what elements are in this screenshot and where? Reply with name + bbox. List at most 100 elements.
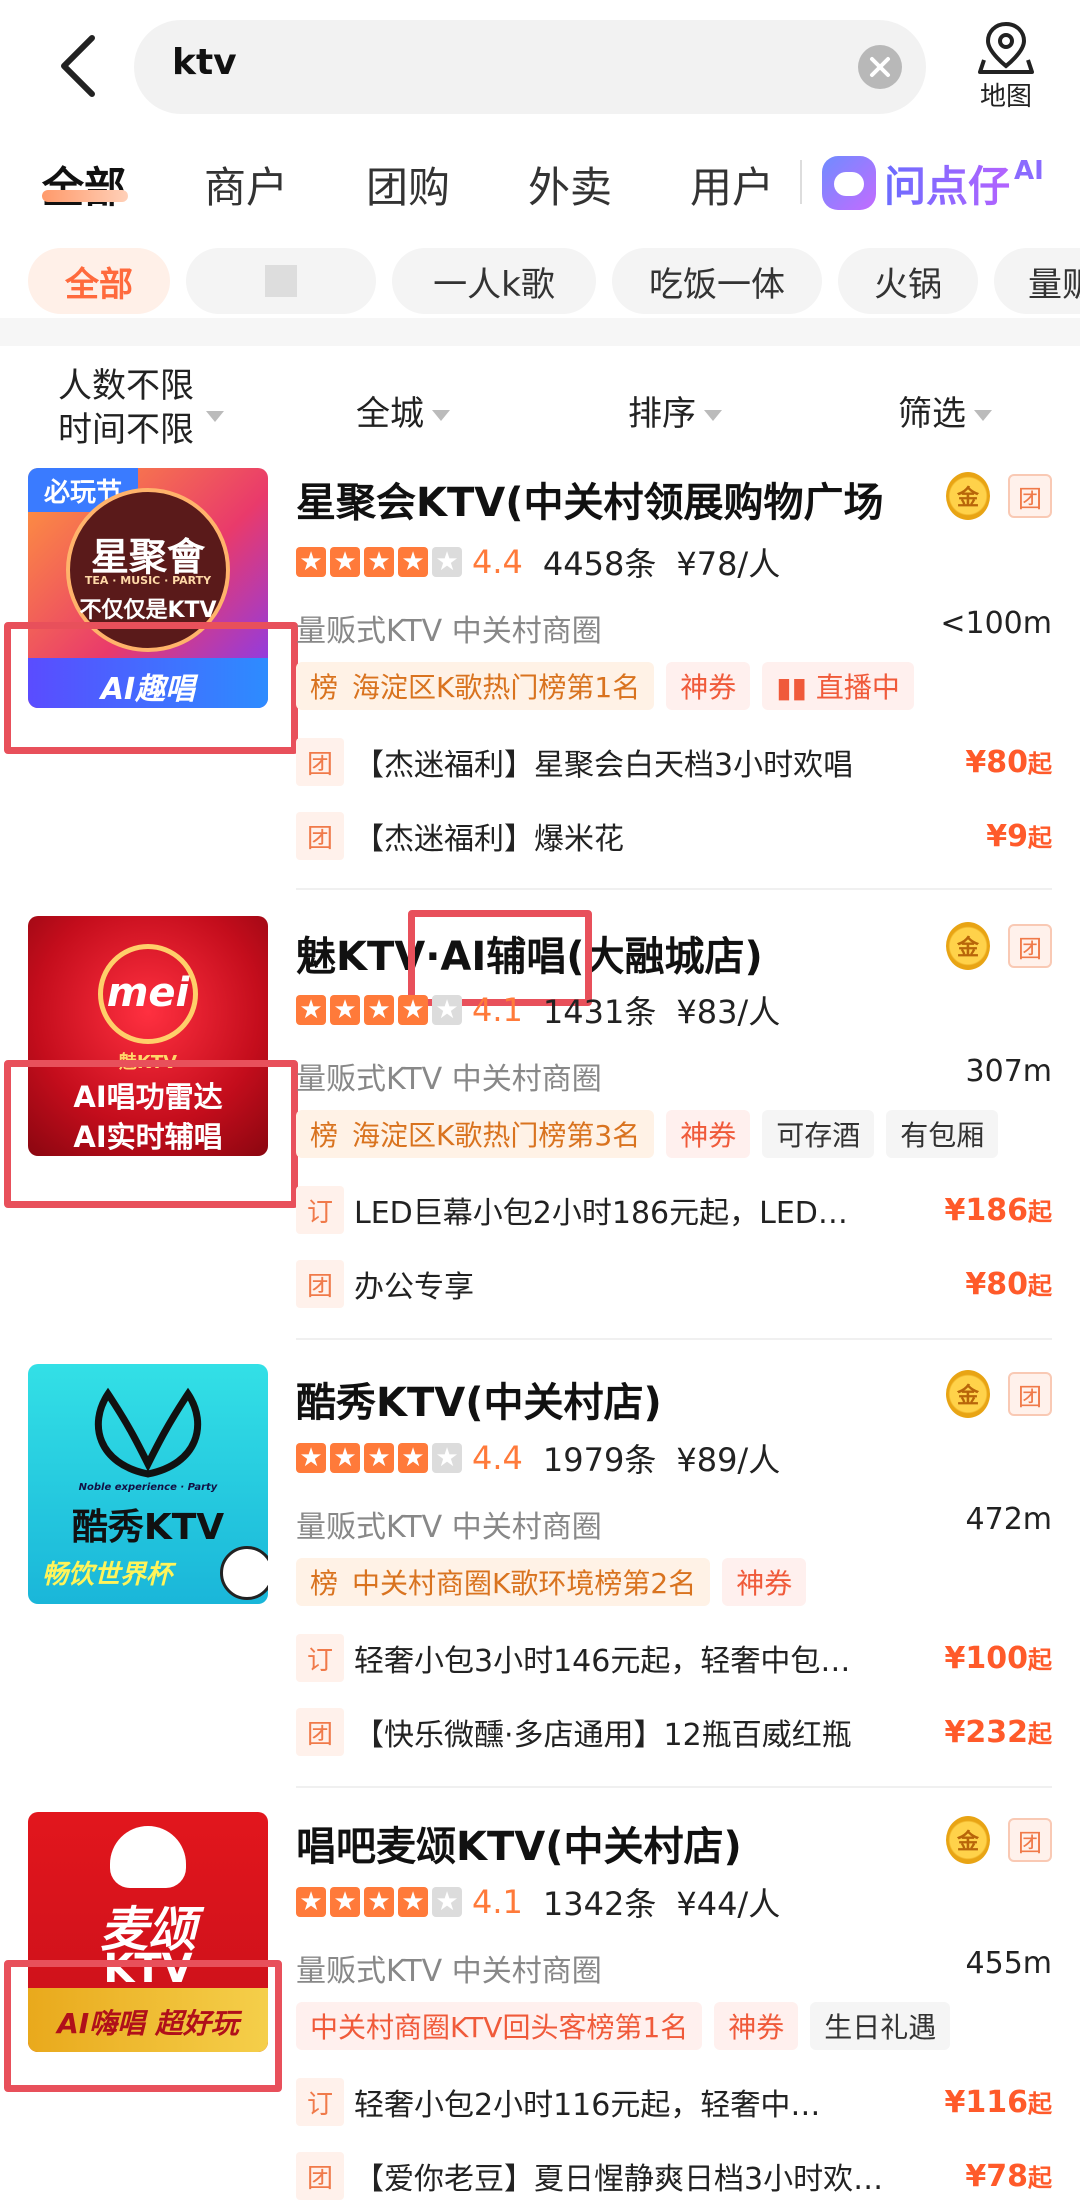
tag-row: 榜海淀区K歌热门榜第1名 神券 ▮▮ 直播中	[296, 662, 926, 710]
category-row: 量贩式KTV 中关村商圈 472m	[296, 1502, 1052, 1546]
category-text: 量贩式KTV 中关村商圈	[296, 614, 602, 649]
deal-price-suffix: 起	[1028, 1646, 1052, 1674]
star-icon	[432, 1885, 462, 1919]
back-button[interactable]	[52, 30, 112, 102]
ranking-tag[interactable]: 榜中关村商圈K歌环境榜第2名	[296, 1558, 711, 1606]
chip-all[interactable]: 全部	[28, 248, 170, 314]
feature-tag[interactable]: 有包厢	[886, 1110, 999, 1158]
chip-hotpot[interactable]: 火锅	[838, 248, 978, 314]
brand-tagline: TEA · MUSIC · PARTY	[84, 574, 212, 587]
headphone-mascot-icon	[110, 1826, 186, 1888]
deal-row[interactable]: 团 【爱你老豆】夏日惺静爽日档3小时欢… ¥78起	[296, 2152, 1052, 2200]
tab-group-buy[interactable]: 团购	[366, 154, 450, 215]
ranking-tag[interactable]: 榜海淀区K歌热门榜第3名	[296, 1110, 655, 1158]
ai-assistant-icon	[822, 156, 876, 210]
star-icon	[398, 1885, 428, 1919]
ranking-badge: 榜	[310, 1567, 339, 1600]
tab-takeout[interactable]: 外卖	[528, 154, 612, 215]
star-icon	[398, 1441, 428, 1475]
deal-row[interactable]: 订 轻奢小包2小时116元起，轻奢中… ¥116起	[296, 2078, 1052, 2126]
sort-filter[interactable]: 排序	[628, 386, 722, 435]
ranking-text: 中关村商圈K歌环境榜第2名	[352, 1567, 697, 1600]
shop-card[interactable]: Noble experience · Party 酷秀KTV 畅饮世界杯 酷秀K…	[0, 1358, 1080, 1790]
ranking-tag[interactable]: 榜海淀区K歌热门榜第1名	[296, 662, 655, 710]
feature-tag[interactable]: 生日礼遇	[810, 2002, 951, 2050]
group-buy-badge: 团	[1008, 1818, 1052, 1862]
back-arrow-icon	[61, 35, 95, 97]
category-row: 量贩式KTV 中关村商圈 <100m	[296, 606, 1052, 650]
area-filter[interactable]: 全城	[356, 386, 450, 435]
star-icon	[330, 1885, 360, 1919]
more-filter-label: 筛选	[898, 394, 966, 434]
ranking-text: 海淀区K歌热门榜第3名	[352, 1119, 641, 1152]
deal-price: ¥100起	[945, 1640, 1053, 1676]
deal-type-badge: 团	[296, 2152, 344, 2200]
deal-type-badge: 团	[296, 812, 344, 860]
chip-dining-combo[interactable]: 吃饭一体	[612, 248, 822, 314]
avg-price: ¥89/人	[676, 1441, 781, 1479]
highlight-box	[4, 622, 298, 754]
deal-row[interactable]: 订 轻奢小包3小时146元起，轻奢中包… ¥100起	[296, 1634, 1052, 1682]
tab-users[interactable]: 用户	[690, 154, 774, 215]
deal-row[interactable]: 团 【杰迷福利】爆米花 ¥9起	[296, 812, 1052, 860]
clear-search-button[interactable]	[858, 45, 902, 89]
gold-medal-icon: 金	[946, 922, 990, 970]
deal-row[interactable]: 团 【快乐微醺·多店通用】12瓶百威红瓶 ¥232起	[296, 1708, 1052, 1756]
category-text: 量贩式KTV 中关村商圈	[296, 1510, 602, 1545]
map-button[interactable]: 地图	[966, 20, 1046, 112]
shop-thumbnail: Noble experience · Party 酷秀KTV 畅饮世界杯	[28, 1364, 268, 1604]
category-row: 量贩式KTV 中关村商圈 307m	[296, 1054, 1052, 1098]
star-icon	[330, 545, 360, 579]
deal-price: ¥186起	[945, 1192, 1053, 1228]
coupon-tag[interactable]: 神券	[666, 662, 751, 710]
soccer-ball-icon	[220, 1546, 268, 1600]
distance: 472m	[965, 1502, 1052, 1537]
star-icon	[398, 993, 428, 1027]
shop-name[interactable]: 酷秀KTV(中关村店)	[296, 1370, 662, 1428]
tab-ai-assistant[interactable]: 问点仔 AI	[822, 150, 1044, 216]
feature-tag[interactable]: 可存酒	[762, 1110, 875, 1158]
deal-title: 【杰迷福利】爆米花	[354, 822, 624, 857]
star-icon	[296, 1885, 326, 1919]
tab-all[interactable]: 全部	[42, 154, 126, 215]
deal-row[interactable]: 订 LED巨幕小包2小时186元起，LED… ¥186起	[296, 1186, 1052, 1234]
section-separator	[0, 318, 1080, 346]
shop-card[interactable]: mei 魅KTV AI唱功雷达 AI实时辅唱 魅KTV·AI辅唱(大融城店) 金…	[0, 910, 1080, 1342]
gold-medal-icon: 金	[946, 472, 990, 520]
ranking-tag[interactable]: 中关村商圈KTV回头客榜第1名	[296, 2002, 703, 2050]
star-icon	[398, 545, 428, 579]
card-divider	[296, 1786, 1052, 1788]
deal-row[interactable]: 团 办公专享 ¥80起	[296, 1260, 1052, 1308]
more-filter[interactable]: 筛选	[898, 386, 992, 435]
tag-row: 榜海淀区K歌热门榜第3名 神券 可存酒 有包厢	[296, 1110, 1010, 1158]
chip-placeholder[interactable]	[186, 248, 376, 314]
deal-price-suffix: 起	[1028, 1272, 1052, 1300]
deal-price-suffix: 起	[1028, 1198, 1052, 1226]
shop-name[interactable]: 星聚会KTV(中关村领展购物广场	[296, 470, 884, 528]
deal-price: ¥232起	[945, 1714, 1053, 1750]
distance: 307m	[965, 1054, 1052, 1089]
party-time-filter[interactable]: 人数不限 时间不限	[58, 364, 224, 452]
shop-card[interactable]: 麦颂 KTV AI嗨唱 超好玩 唱吧麦颂KTV(中关村店) 金 团 4.1 13…	[0, 1806, 1080, 2200]
chip-volume[interactable]: 量贩	[994, 248, 1080, 314]
star-icon	[364, 1885, 394, 1919]
coupon-tag[interactable]: 神券	[722, 1558, 807, 1606]
live-tag[interactable]: ▮▮ 直播中	[762, 662, 914, 710]
shop-card[interactable]: 必玩节 星聚會 TEA · MUSIC · PARTY 不仅仅是KTV AI趣唱…	[0, 462, 1080, 894]
highlight-box	[4, 1060, 298, 1208]
shop-name[interactable]: 唱吧麦颂KTV(中关村店)	[296, 1814, 742, 1872]
star-icon	[364, 545, 394, 579]
deal-row[interactable]: 团 【杰迷福利】星聚会白天档3小时欢唱 ¥80起	[296, 738, 1052, 786]
star-icon	[432, 993, 462, 1027]
coupon-tag[interactable]: 神券	[714, 2002, 799, 2050]
rating-score: 4.4	[472, 543, 523, 581]
search-input[interactable]: ktv	[134, 20, 926, 114]
deal-price: ¥80起	[965, 1266, 1052, 1302]
brand-name: 星聚會	[90, 535, 205, 579]
deal-price-value: ¥232	[944, 1715, 1029, 1750]
star-icon	[364, 993, 394, 1027]
chip-solo-karaoke[interactable]: 一人k歌	[392, 248, 596, 314]
coupon-tag[interactable]: 神券	[666, 1110, 751, 1158]
tab-merchants[interactable]: 商户	[204, 154, 288, 215]
gold-medal-icon: 金	[946, 1816, 990, 1864]
